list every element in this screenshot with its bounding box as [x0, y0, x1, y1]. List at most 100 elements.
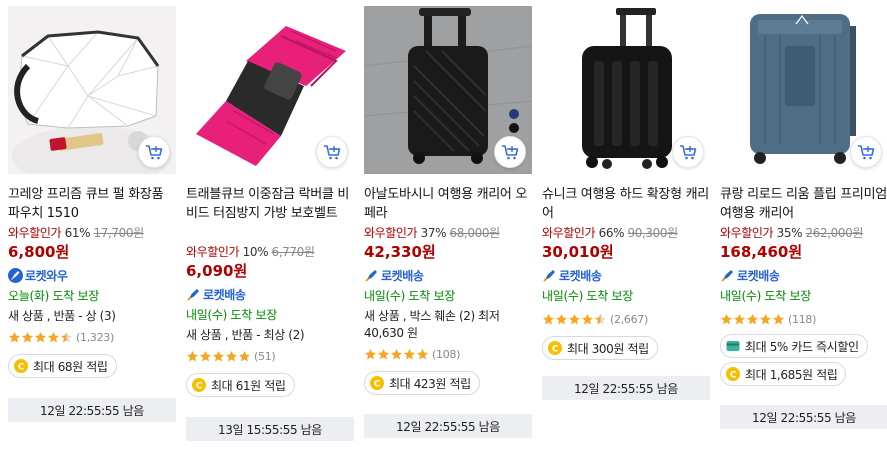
star-icon — [746, 313, 759, 324]
star-rating — [8, 331, 73, 344]
cashback-pill: C 최대 300원 적립 — [542, 336, 658, 360]
star-icon — [542, 313, 555, 324]
rocket-icon — [721, 269, 733, 282]
cart-icon — [502, 145, 519, 160]
cashback-pill: C 최대 61원 적립 — [186, 373, 295, 397]
countdown-timer: 12일 22:55:55 남음 — [364, 414, 532, 438]
rating: (1,323) — [8, 330, 176, 344]
star-icon — [60, 331, 73, 342]
sale-price: 42,330원 — [364, 243, 436, 261]
product-image[interactable] — [186, 6, 354, 174]
product-grid: 끄레앙 프리즘 큐브 펄 화장품 파우치 1510 와우할인가 61% 17,7… — [0, 0, 887, 449]
star-icon — [772, 313, 785, 324]
cart-icon — [680, 145, 697, 160]
cashback-text: 최대 68원 적립 — [33, 359, 108, 374]
cashback-text: 최대 1,685원 적립 — [745, 367, 838, 382]
cashback-text: 최대 423원 적립 — [389, 376, 471, 391]
star-icon — [186, 350, 199, 361]
discount-rate: 66% — [598, 226, 625, 240]
star-icon — [390, 348, 403, 359]
rocket-icon — [365, 269, 377, 282]
rocket-wow-icon — [8, 267, 23, 283]
product-card[interactable]: 트래블큐브 이중잠금 락버클 비비드 터짐방지 가방 보호벨트 와우할인가 10… — [186, 6, 354, 446]
rating-count: (2,667) — [610, 312, 648, 326]
countdown-timer: 12일 22:55:55 남음 — [720, 405, 887, 429]
product-title[interactable]: 트래블큐브 이중잠금 락버클 비비드 터짐방지 가방 보호벨트 — [186, 185, 354, 242]
discount-rate: 61% — [64, 226, 91, 240]
svg-text:C: C — [552, 345, 559, 355]
star-icon — [377, 348, 390, 359]
sale-price: 6,800원 — [8, 243, 70, 261]
svg-text:C: C — [18, 363, 25, 373]
product-card[interactable]: 아날도바시니 여행용 캐리어 오페라 와우할인가 37% 68,000원 42,… — [364, 6, 532, 446]
delivery-date: 내일(수) 도착 보장 — [186, 308, 277, 322]
product-image[interactable] — [720, 6, 887, 174]
rating: (108) — [364, 347, 532, 361]
cart-icon — [324, 145, 341, 160]
rating: (2,667) — [542, 312, 710, 326]
coin-icon: C — [370, 376, 384, 390]
star-icon — [403, 348, 416, 359]
badge-label: 로켓배송 — [737, 268, 780, 283]
sale-price: 168,460원 — [720, 243, 803, 261]
star-icon — [47, 331, 60, 342]
discount-row: 와우할인가 66% 90,300원 — [542, 225, 710, 241]
rating-count: (118) — [788, 312, 817, 326]
discount-label: 와우할인가 — [542, 226, 596, 240]
credit-card-icon — [726, 341, 740, 351]
star-icon — [416, 348, 429, 359]
product-card[interactable]: 슈니크 여행용 하드 확장형 캐리어 와우할인가 66% 90,300원 30,… — [542, 6, 710, 446]
product-title[interactable]: 슈니크 여행용 하드 확장형 캐리어 — [542, 185, 710, 223]
star-rating — [186, 350, 251, 363]
delivery-date: 내일(수) 도착 보장 — [720, 289, 811, 303]
product-title[interactable]: 아날도바시니 여행용 캐리어 오페라 — [364, 185, 532, 223]
cashback-pill: C 최대 68원 적립 — [8, 354, 117, 378]
discount-rate: 10% — [242, 245, 269, 259]
cashback-text: 최대 61원 적립 — [211, 378, 286, 393]
delivery-date: 내일(수) 도착 보장 — [542, 289, 633, 303]
product-card[interactable]: 큐랑 리로드 리움 플립 프리미엄 여행용 캐리어 와우할인가 35% 262,… — [720, 6, 887, 446]
rating-count: (108) — [432, 347, 461, 361]
product-title[interactable]: 큐랑 리로드 리움 플립 프리미엄 여행용 캐리어 — [720, 185, 887, 223]
original-price: 262,000원 — [805, 226, 864, 240]
add-to-cart-button[interactable] — [138, 136, 170, 168]
product-image[interactable] — [542, 6, 710, 174]
product-image[interactable] — [8, 6, 176, 174]
product-title[interactable]: 끄레앙 프리즘 큐브 펄 화장품 파우치 1510 — [8, 185, 176, 223]
discount-label: 와우할인가 — [186, 245, 240, 259]
countdown-timer: 12일 22:55:55 남음 — [542, 376, 710, 400]
product-image[interactable] — [364, 6, 532, 174]
countdown-timer: 13일 15:55:55 남음 — [186, 417, 354, 441]
delivery-badge: 로켓배송 — [364, 266, 532, 284]
cart-icon — [146, 145, 163, 160]
star-icon — [720, 313, 733, 324]
star-icon — [34, 331, 47, 342]
original-price: 68,000원 — [449, 226, 501, 240]
product-condition: 새 상품 , 박스 훼손 (2) 최저 40,630 원 — [364, 309, 500, 340]
card-discount-pill: 최대 5% 카드 즉시할인 — [720, 334, 868, 358]
coin-icon: C — [726, 367, 740, 381]
discount-rate: 35% — [776, 226, 803, 240]
delivery-date: 내일(수) 도착 보장 — [364, 289, 455, 303]
star-icon — [238, 350, 251, 361]
product-card[interactable]: 끄레앙 프리즘 큐브 펄 화장품 파우치 1510 와우할인가 61% 17,7… — [8, 6, 176, 446]
delivery-badge: 로켓배송 — [542, 266, 710, 284]
add-to-cart-button[interactable] — [316, 136, 348, 168]
add-to-cart-button[interactable] — [494, 136, 526, 168]
star-icon — [594, 313, 607, 324]
delivery-badge: 로켓배송 — [720, 266, 887, 284]
svg-text:C: C — [730, 371, 737, 381]
original-price: 17,700원 — [93, 226, 145, 240]
original-price: 6,770원 — [271, 245, 315, 259]
add-to-cart-button[interactable] — [850, 136, 882, 168]
coin-icon: C — [14, 359, 28, 373]
product-condition: 새 상품 , 반품 - 상 (3) — [8, 309, 116, 323]
sale-price: 6,090원 — [186, 262, 248, 280]
delivery-badge: 로켓배송 — [186, 285, 354, 303]
star-icon — [8, 331, 21, 342]
add-to-cart-button[interactable] — [672, 136, 704, 168]
svg-text:C: C — [374, 380, 381, 390]
discount-row: 와우할인가 37% 68,000원 — [364, 225, 532, 241]
star-icon — [364, 348, 377, 359]
star-rating — [720, 313, 785, 326]
